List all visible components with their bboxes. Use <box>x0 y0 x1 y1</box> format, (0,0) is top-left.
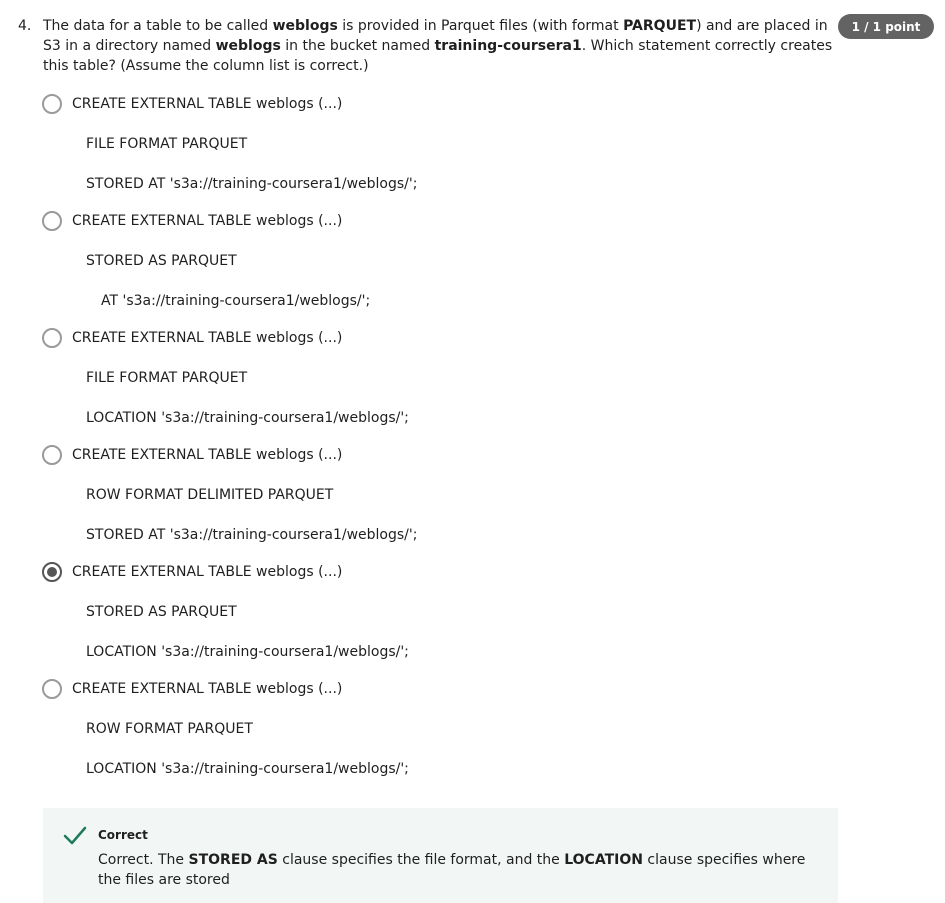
radio-icon[interactable] <box>42 445 62 465</box>
option-line: FILE FORMAT PARQUET <box>86 370 248 386</box>
prompt-text: The data for a table to be called <box>43 18 273 34</box>
radio-selected-icon[interactable] <box>42 562 62 582</box>
prompt-bold-text: training-coursera1 <box>434 38 582 54</box>
option-line: CREATE EXTERNAL TABLE weblogs (...) <box>72 330 343 346</box>
option-line: LOCATION 's3a://training-coursera1/weblo… <box>86 410 409 426</box>
option-line: CREATE EXTERNAL TABLE weblogs (...) <box>72 681 343 697</box>
radio-icon[interactable] <box>42 679 62 699</box>
prompt-bold-text: weblogs <box>215 38 281 54</box>
prompt-text: is provided in Parquet files (with forma… <box>337 18 624 34</box>
option-line: STORED AS PARQUET <box>86 604 237 620</box>
option-line: STORED AS PARQUET <box>86 253 237 269</box>
option-line: AT 's3a://training-coursera1/weblogs/'; <box>101 293 371 309</box>
option-line: ROW FORMAT PARQUET <box>86 721 253 737</box>
prompt-bold-text: weblogs <box>272 18 338 34</box>
feedback-title: Correct <box>98 828 148 842</box>
feedback-text: Correct. The <box>98 852 189 868</box>
feedback-panel: Correct Correct. The STORED AS clause sp… <box>43 808 838 903</box>
option-line: CREATE EXTERNAL TABLE weblogs (...) <box>72 564 343 580</box>
prompt-bold-text: PARQUET <box>623 18 697 34</box>
option-line: STORED AT 's3a://training-coursera1/webl… <box>86 176 418 192</box>
feedback-bold-text: STORED AS <box>188 852 278 868</box>
radio-icon[interactable] <box>42 94 62 114</box>
prompt-text: in the bucket named <box>280 38 435 54</box>
option-line: STORED AT 's3a://training-coursera1/webl… <box>86 527 418 543</box>
option-line: ROW FORMAT DELIMITED PARQUET <box>86 487 334 503</box>
question-number: 4. <box>18 18 32 34</box>
option-line: LOCATION 's3a://training-coursera1/weblo… <box>86 761 409 777</box>
option-line: CREATE EXTERNAL TABLE weblogs (...) <box>72 96 343 112</box>
feedback-bold-text: LOCATION <box>564 852 643 868</box>
question-prompt: The data for a table to be called weblog… <box>43 16 833 76</box>
radio-icon[interactable] <box>42 328 62 348</box>
checkmark-icon <box>63 826 87 845</box>
feedback-text: clause specifies the file format, and th… <box>277 852 565 868</box>
option-line: CREATE EXTERNAL TABLE weblogs (...) <box>72 447 343 463</box>
score-badge: 1 / 1 point <box>838 14 934 39</box>
option-line: CREATE EXTERNAL TABLE weblogs (...) <box>72 213 343 229</box>
option-line: LOCATION 's3a://training-coursera1/weblo… <box>86 644 409 660</box>
radio-icon[interactable] <box>42 211 62 231</box>
feedback-text: Correct. The STORED AS clause specifies … <box>98 850 818 890</box>
option-line: FILE FORMAT PARQUET <box>86 136 248 152</box>
